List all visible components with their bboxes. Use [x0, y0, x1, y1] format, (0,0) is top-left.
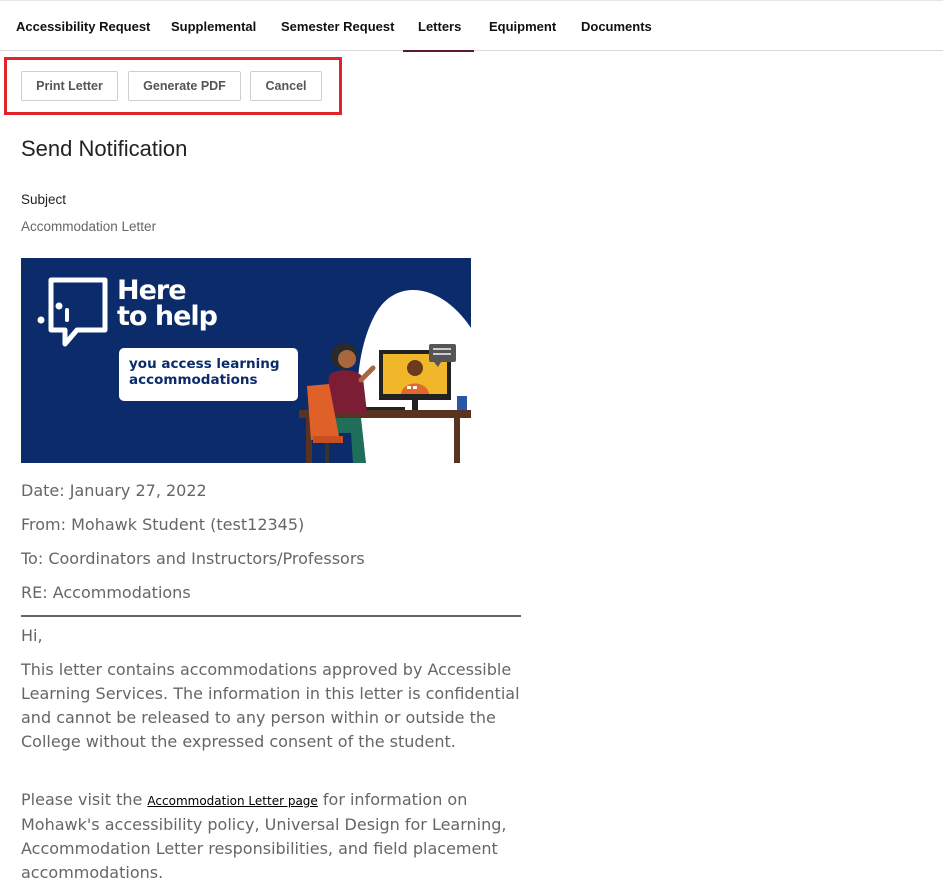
tab-accessibility-request[interactable]: Accessibility Request: [1, 1, 165, 52]
tab-equipment[interactable]: Equipment: [474, 1, 571, 52]
tab-letters[interactable]: Letters: [403, 1, 474, 52]
subject-label: Subject: [21, 192, 67, 207]
tab-bar: Accessibility Request Supplemental Semes…: [0, 0, 943, 52]
body2-pre-text: Please visit the: [21, 790, 148, 809]
tab-supplemental[interactable]: Supplemental: [156, 1, 271, 52]
page-title: Send Notification: [21, 136, 188, 161]
letter-body-paragraph-2: Please visit the Accommodation Letter pa…: [21, 788, 521, 885]
here-to-help-banner: Here to help you access learning accommo…: [21, 258, 471, 463]
letter-to: To: Coordinators and Instructors/Profess…: [21, 549, 365, 568]
letter-re: RE: Accommodations: [21, 583, 191, 602]
cancel-button[interactable]: Cancel: [250, 71, 322, 101]
tab-semester-request[interactable]: Semester Request: [266, 1, 409, 52]
letter-date: Date: January 27, 2022: [21, 481, 207, 500]
generate-pdf-button[interactable]: Generate PDF: [128, 71, 241, 101]
banner-pill-text: you access learning accommodations: [119, 348, 298, 401]
subject-value: Accommodation Letter: [21, 219, 157, 234]
print-letter-button[interactable]: Print Letter: [21, 71, 118, 101]
divider: [21, 615, 521, 617]
letter-greeting: Hi,: [21, 626, 43, 645]
banner-title: Here to help: [117, 277, 218, 332]
tab-documents[interactable]: Documents: [566, 1, 667, 52]
letter-body-paragraph-1: This letter contains accommodations appr…: [21, 660, 520, 751]
accommodation-letter-page-link[interactable]: Accommodation Letter page: [147, 794, 317, 808]
banner-title-line2: to help: [117, 301, 218, 332]
letter-from: From: Mohawk Student (test12345): [21, 515, 305, 534]
